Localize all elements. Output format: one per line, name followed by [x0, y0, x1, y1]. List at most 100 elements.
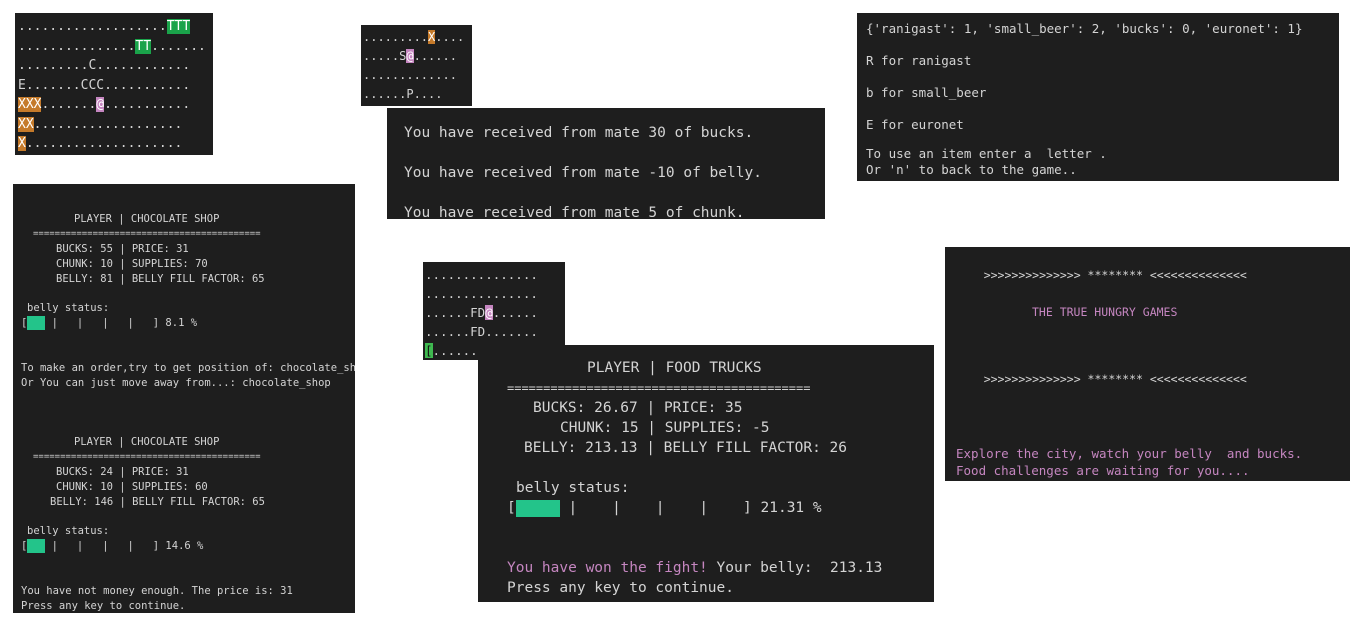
trucks-header: PLAYER | FOOD TRUCKS [587, 360, 762, 376]
won-fight-text: You have won the fight! [507, 560, 708, 576]
inventory-prompt-1: To use an item enter a letter . [866, 146, 1107, 161]
map-tiles: ............... [425, 267, 538, 282]
shop-message-2: Or You can just move away from...: choco… [21, 377, 331, 389]
belly-status-label: belly status: [27, 525, 110, 537]
shop-rule: ========================================… [33, 452, 261, 462]
map-tiles: ......P.... [363, 87, 443, 101]
intro-line-2: Food challenges are waiting for you.... [956, 463, 1250, 478]
map-tiles: ......FD....... [425, 324, 538, 339]
map-row: ......P.... [363, 85, 472, 104]
city-map-grid: ...................TTT ...............TT.… [18, 17, 213, 154]
trucks-stat-belly: BELLY: 213.13 | BELLY FILL FACTOR: 26 [524, 440, 848, 456]
player-marker: @ [96, 97, 105, 112]
belly-status-bar: [ | | | | ] 21.31 % [507, 499, 822, 517]
cursor-tile: [ [425, 343, 433, 358]
map-row: ............... [425, 265, 565, 284]
food-trucks-panel: PLAYER | FOOD TRUCKS ===================… [478, 345, 934, 602]
map-panel-top-middle: .........X.... .....S@...................… [361, 25, 472, 106]
map-tiles: ................... [33, 116, 183, 132]
shop-rule: ========================================… [33, 229, 261, 239]
belly-bar-fill [27, 316, 46, 330]
map-tiles: ............... [425, 286, 538, 301]
map-tiles: ....... [151, 38, 206, 54]
map-tiles: .... [435, 30, 465, 44]
mate-message-belly: You have received from mate -10 of belly… [404, 165, 762, 181]
map-row: XXX.......@........... [18, 95, 213, 115]
barrier-tile: XX [18, 116, 34, 132]
map-row: ............. [363, 66, 472, 85]
inventory-panel: {'ranigast': 1, 'small_beer': 2, 'bucks'… [857, 13, 1339, 181]
game-title: THE TRUE HUNGRY GAMES [1032, 305, 1178, 319]
city-map-grid: .........X.... .....S@...................… [363, 28, 472, 104]
map-tiles: ......... [363, 30, 429, 44]
title-banner-top: >>>>>>>>>>>>>> ******** <<<<<<<<<<<<<< [983, 268, 1247, 282]
shop-block-1: PLAYER | CHOCOLATE SHOP ================… [21, 212, 355, 391]
map-row: X.................... [18, 134, 213, 154]
player-marker: @ [485, 305, 493, 320]
intro-line-1: Explore the city, watch your belly and b… [956, 446, 1303, 461]
map-row: .....S@...... [363, 47, 472, 66]
inventory-option-euronet: E for euronet [866, 117, 964, 132]
belly-status-label: belly status: [516, 480, 630, 496]
shop-block-2: PLAYER | CHOCOLATE SHOP ================… [21, 435, 293, 613]
map-tiles: ......FD [425, 305, 486, 320]
mate-message-chunk: You have received from mate 5 of chunk. [404, 205, 745, 219]
shop-message-1: To make an order,try to get position of:… [21, 362, 355, 374]
your-belly-text: Your belly: 213.13 [707, 560, 883, 576]
title-screen-panel: >>>>>>>>>>>>>> ******** <<<<<<<<<<<<<< T… [945, 247, 1350, 481]
trucks-stat-bucks: BUCKS: 26.67 | PRICE: 35 [533, 400, 743, 416]
fight-result: You have won the fight! Your belly: 213.… [507, 558, 882, 578]
shop-stat-bucks: BUCKS: 55 | PRICE: 31 [56, 243, 189, 255]
map-tiles: ....... [41, 97, 97, 112]
shop-message-1: You have not money enough. The price is:… [21, 585, 293, 597]
mate-messages-panel: You have received from mate 30 of bucks.… [387, 108, 825, 219]
map-tiles: E.......CCC........... [18, 77, 191, 93]
trucks-rule: ========================================… [507, 381, 811, 395]
terminal-cursor: _ [507, 596, 882, 602]
title-banner-bottom: >>>>>>>>>>>>>> ******** <<<<<<<<<<<<<< [983, 372, 1247, 386]
chocolate-shop-panel: PLAYER | CHOCOLATE SHOP ================… [13, 184, 355, 613]
map-row: ......FD....... [425, 322, 565, 341]
inventory-dict: {'ranigast': 1, 'small_beer': 2, 'bucks'… [866, 21, 1303, 36]
map-tiles: ............. [363, 68, 457, 82]
map-tiles: .................... [25, 136, 183, 151]
player-marker: @ [406, 49, 414, 63]
press-any-key: Press any key to continue. [507, 580, 734, 596]
shop-stat-chunk: CHUNK: 10 | SUPPLIES: 70 [56, 258, 208, 270]
tree-tile: TT [135, 38, 152, 54]
inventory-option-small-beer: b for small_beer [866, 85, 987, 100]
shop-stat-bucks: BUCKS: 24 | PRICE: 31 [56, 466, 189, 478]
map-tiles: ............... [18, 38, 136, 54]
shop-stat-belly: BELLY: 81 | BELLY FILL FACTOR: 65 [56, 273, 265, 285]
mate-message-bucks: You have received from mate 30 of bucks. [404, 125, 754, 141]
map-panel-top-left: ...................TTT ...............TT.… [15, 13, 213, 155]
trucks-stat-chunk: CHUNK: 15 | SUPPLIES: -5 [560, 420, 770, 436]
inventory-option-ranigast: R for ranigast [866, 53, 972, 68]
shop-stat-chunk: CHUNK: 10 | SUPPLIES: 60 [56, 481, 208, 493]
belly-status-bar: [ | | | | ] 8.1 % [21, 316, 198, 330]
barrier-tile: X [18, 136, 26, 151]
map-row: .........C............ [18, 56, 213, 76]
barrier-tile: XXX [18, 97, 42, 112]
shop-header: PLAYER | CHOCOLATE SHOP [74, 436, 220, 448]
map-row: E.......CCC........... [18, 76, 213, 96]
map-row: ...................TTT [18, 17, 213, 37]
shop-header: PLAYER | CHOCOLATE SHOP [74, 213, 220, 225]
map-tiles: ................... [18, 19, 167, 34]
shop-message-2: Press any key to continue. [21, 600, 186, 612]
belly-bar-fill [515, 499, 560, 517]
map-row: .........X.... [363, 28, 472, 47]
tree-tile: TTT [166, 19, 191, 34]
map-row: XX................... [18, 115, 213, 135]
map-row: ......FD@...... [425, 303, 565, 322]
inventory-prompt-2: Or 'n' to back to the game.. [866, 162, 1077, 177]
map-tiles: ........... [104, 97, 191, 112]
belly-status-label: belly status: [27, 302, 110, 314]
belly-bar-fill [27, 539, 46, 553]
map-tiles: ...... [492, 305, 538, 320]
belly-status-bar: [ | | | | ] 14.6 % [21, 539, 204, 553]
map-tiles: .....S [363, 49, 407, 63]
map-tiles: .........C............ [18, 58, 191, 73]
map-row: ............... [425, 284, 565, 303]
map-row: ...............TT....... [18, 37, 213, 57]
